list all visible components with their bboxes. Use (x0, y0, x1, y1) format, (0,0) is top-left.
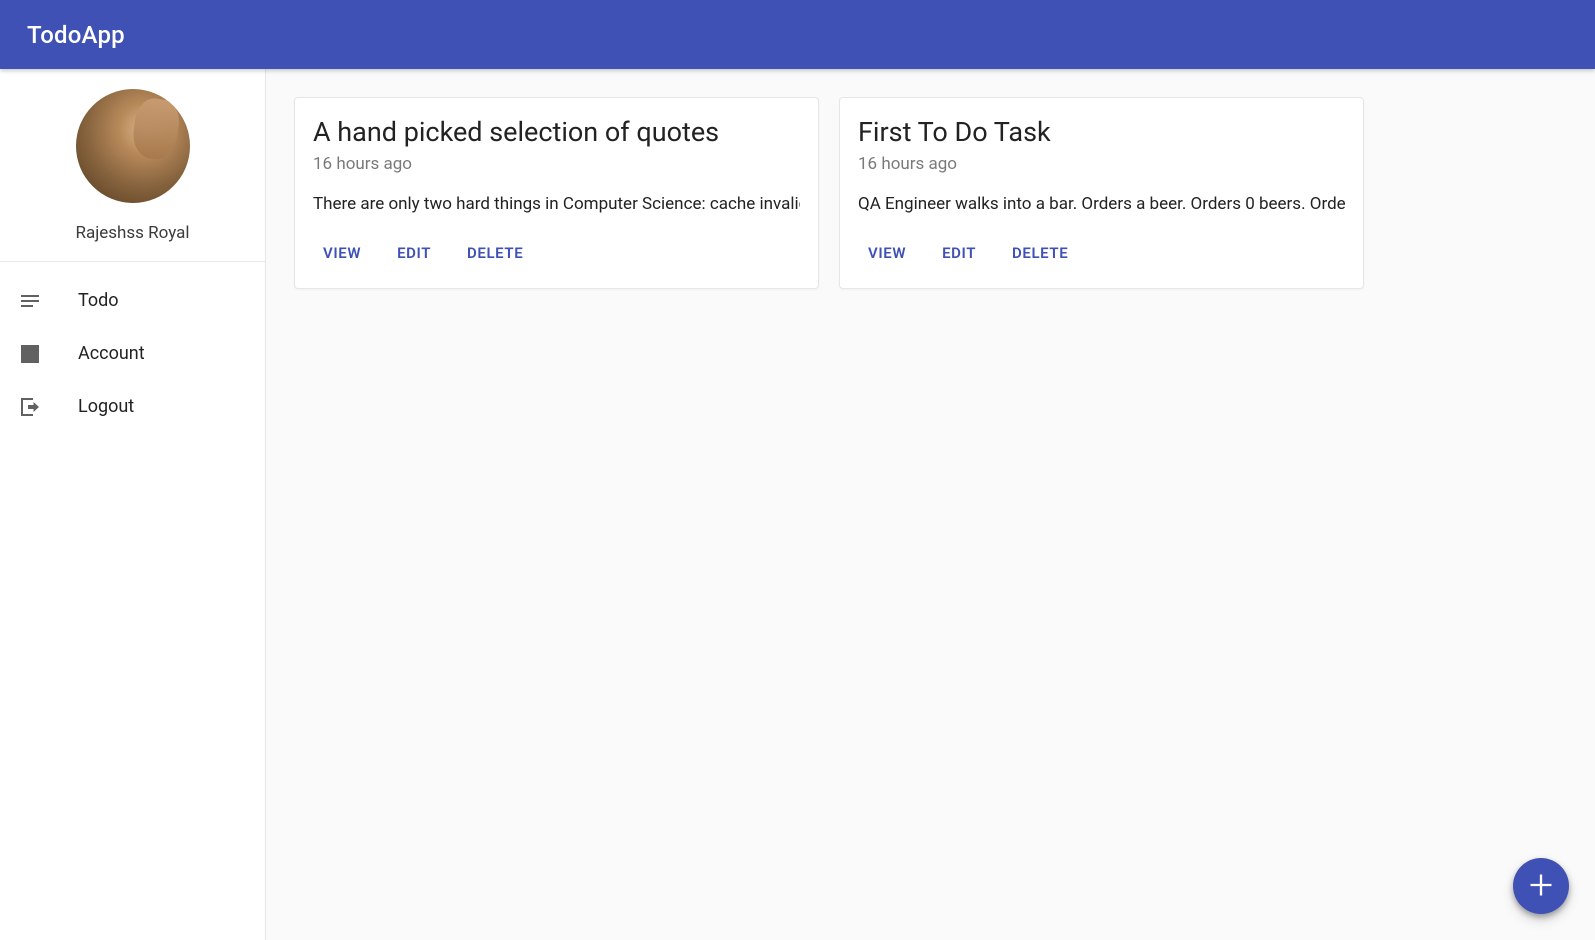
sidebar-item-label: Todo (78, 290, 119, 311)
sidebar-item-label: Account (78, 343, 145, 364)
card-body: There are only two hard things in Comput… (313, 194, 800, 214)
delete-button[interactable]: DELETE (1002, 236, 1078, 270)
layout: Rajeshss Royal Todo Account Logout (0, 69, 1595, 940)
todo-card: A hand picked selection of quotes 16 hou… (294, 97, 819, 289)
sidebar-item-account[interactable]: Account (0, 327, 265, 380)
app-bar: TodoApp (0, 0, 1595, 69)
card-timestamp: 16 hours ago (858, 154, 1345, 174)
profile-section: Rajeshss Royal (0, 69, 265, 262)
sidebar-item-label: Logout (78, 396, 134, 417)
notes-icon (18, 289, 42, 313)
user-name: Rajeshss Royal (75, 223, 189, 243)
card-actions: VIEW EDIT DELETE (858, 236, 1345, 280)
logout-icon (18, 395, 42, 419)
card-timestamp: 16 hours ago (313, 154, 800, 174)
app-title: TodoApp (27, 21, 125, 49)
card-title: A hand picked selection of quotes (313, 116, 800, 148)
edit-button[interactable]: EDIT (387, 236, 441, 270)
card-body: QA Engineer walks into a bar. Orders a b… (858, 194, 1345, 214)
view-button[interactable]: VIEW (313, 236, 371, 270)
account-icon (18, 342, 42, 366)
delete-button[interactable]: DELETE (457, 236, 533, 270)
plus-icon (1527, 871, 1555, 902)
add-todo-button[interactable] (1513, 858, 1569, 914)
card-actions: VIEW EDIT DELETE (313, 236, 800, 280)
view-button[interactable]: VIEW (858, 236, 916, 270)
sidebar: Rajeshss Royal Todo Account Logout (0, 69, 266, 940)
sidebar-item-logout[interactable]: Logout (0, 380, 265, 433)
avatar[interactable] (76, 89, 190, 203)
sidebar-item-todo[interactable]: Todo (0, 274, 265, 327)
card-title: First To Do Task (858, 116, 1345, 148)
card-grid: A hand picked selection of quotes 16 hou… (294, 97, 1567, 289)
todo-card: First To Do Task 16 hours ago QA Enginee… (839, 97, 1364, 289)
main-content: A hand picked selection of quotes 16 hou… (266, 69, 1595, 940)
nav-list: Todo Account Logout (0, 262, 265, 433)
edit-button[interactable]: EDIT (932, 236, 986, 270)
